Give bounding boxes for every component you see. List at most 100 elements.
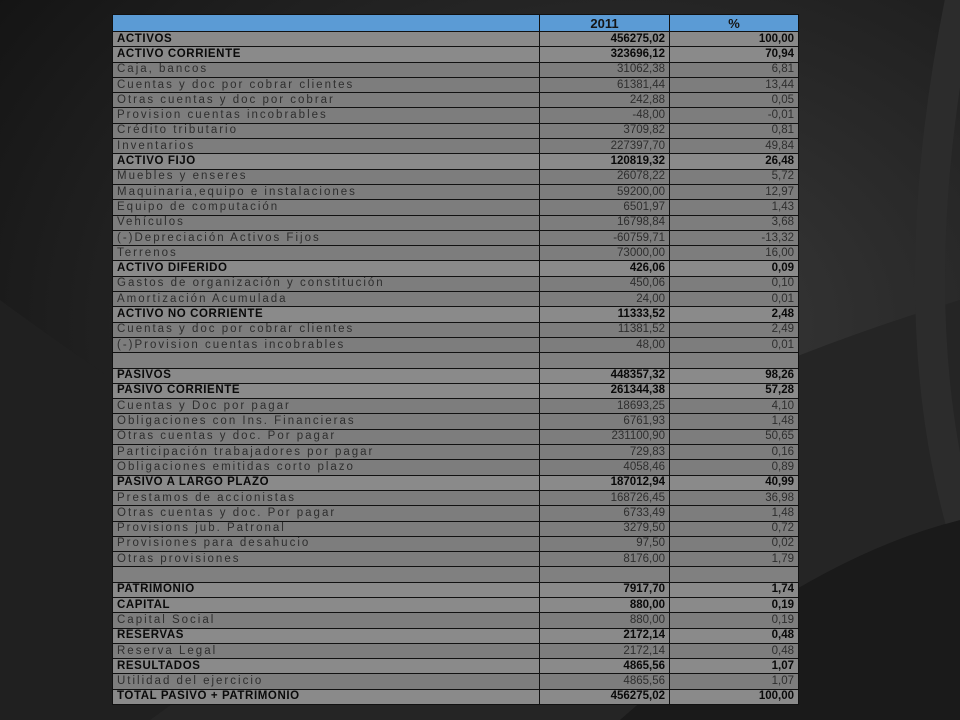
row-value: 7917,70 (539, 581, 670, 598)
row-label: RESULTADOS (112, 658, 540, 675)
table-row: Participación trabajadores por pagar 729,… (112, 444, 799, 461)
table-row: Provision cuentas incobrables -48,00 -0,01 (112, 107, 799, 124)
row-percent: 5,72 (669, 168, 799, 185)
row-percent: 98,26 (669, 367, 799, 384)
row-percent: -13,32 (669, 229, 799, 247)
table-row: Provisiones para desahucio 97,50 0,02 (112, 535, 799, 553)
row-percent: 13,44 (669, 76, 799, 94)
row-percent (669, 352, 799, 369)
row-value: 4865,56 (539, 658, 670, 675)
table-row (112, 566, 799, 583)
row-value: 323696,12 (539, 46, 670, 63)
row-percent: 2,49 (669, 321, 799, 338)
row-label: Provisiones para desahucio (112, 535, 540, 553)
row-value: 456275,02 (539, 30, 670, 48)
row-value: 26078,22 (539, 168, 670, 185)
table-row: Obligaciones con Ins. Financieras 6761,93… (112, 413, 799, 430)
row-percent: 0,16 (669, 444, 799, 461)
row-label: Reserva Legal (112, 642, 540, 660)
row-percent: 40,99 (669, 474, 799, 491)
table-row: Maquinaria,equipo e instalaciones 59200,0… (112, 183, 799, 201)
row-percent: 0,19 (669, 612, 799, 629)
row-percent: 0,05 (669, 92, 799, 109)
table-row: Otras provisiones 8176,00 1,79 (112, 551, 799, 568)
row-label: Obligaciones emitidas corto plazo (112, 459, 540, 476)
row-value: 231100,90 (539, 428, 670, 446)
row-percent: 50,65 (669, 428, 799, 446)
row-label: ACTIVO CORRIENTE (112, 46, 540, 63)
row-label: ACTIVO FIJO (112, 153, 540, 170)
row-value: 73000,00 (539, 245, 670, 262)
row-percent: 0,48 (669, 642, 799, 660)
row-percent: 0,19 (669, 596, 799, 614)
row-value: 729,83 (539, 444, 670, 461)
row-label: Maquinaria,equipo e instalaciones (112, 183, 540, 201)
table-row: Otras cuentas y doc. Por pagar 6733,49 1,4… (112, 505, 799, 522)
row-value: 59200,00 (539, 183, 670, 201)
row-label: Otras cuentas y doc por cobrar (112, 92, 540, 109)
row-value: 426,06 (539, 260, 670, 277)
row-label: Otras cuentas y doc. Por pagar (112, 428, 540, 446)
row-percent: 70,94 (669, 46, 799, 63)
row-label: PASIVO CORRIENTE (112, 382, 540, 400)
row-label: Terrenos (112, 245, 540, 262)
row-percent: 100,00 (669, 688, 799, 706)
table-row: Cuentas y doc por cobrar clientes 11381,5… (112, 321, 799, 338)
table-row: Provisions jub. Patronal 3279,50 0,72 (112, 520, 799, 537)
row-value: 18693,25 (539, 398, 670, 415)
row-label: Gastos de organización y constitución (112, 275, 540, 293)
row-label: Amortización Acumulada (112, 291, 540, 308)
row-value: 2172,14 (539, 627, 670, 644)
row-value: 6733,49 (539, 505, 670, 522)
row-percent: 0,01 (669, 336, 799, 354)
row-label: RESERVAS (112, 627, 540, 644)
row-label: PASIVOS (112, 367, 540, 384)
row-percent: 0,81 (669, 122, 799, 140)
row-value: 97,50 (539, 535, 670, 553)
table-row: Prestamos de accionistas 168726,45 36,98 (112, 489, 799, 507)
row-label: Vehículos (112, 214, 540, 231)
row-value: 3279,50 (539, 520, 670, 537)
table-row: Capital Social 880,00 0,19 (112, 612, 799, 629)
table-row (112, 352, 799, 369)
row-value: -60759,71 (539, 229, 670, 247)
row-value: 120819,32 (539, 153, 670, 170)
row-percent: 0,72 (669, 520, 799, 537)
header-percent: % (669, 14, 799, 32)
row-label: Cuentas y doc por cobrar clientes (112, 76, 540, 94)
table-row: PASIVO A LARGO PLAZO 187012,94 40,99 (112, 474, 799, 491)
table-row: ACTIVO DIFERIDO 426,06 0,09 (112, 260, 799, 277)
balance-sheet-table: 2011 % ACTIVOS 456275,02 100,00 ACTIVO CORR… (112, 14, 799, 706)
row-label: Otras cuentas y doc. Por pagar (112, 505, 540, 522)
table-row: Utilidad del ejercicio 4865,56 1,07 (112, 673, 799, 690)
table-row: (-)Depreciación Activos Fijos -60759,71 -1… (112, 229, 799, 247)
table-row: Crédito tributario 3709,82 0,81 (112, 122, 799, 140)
row-label: Utilidad del ejercicio (112, 673, 540, 690)
row-label: ACTIVOS (112, 30, 540, 48)
row-value: 880,00 (539, 612, 670, 629)
row-percent: 36,98 (669, 489, 799, 507)
row-value: 6761,93 (539, 413, 670, 430)
row-label: ACTIVO DIFERIDO (112, 260, 540, 277)
table-row: ACTIVO CORRIENTE 323696,12 70,94 (112, 46, 799, 63)
row-percent: 0,10 (669, 275, 799, 293)
row-label: Provisions jub. Patronal (112, 520, 540, 537)
table-row: ACTIVO FIJO 120819,32 26,48 (112, 153, 799, 170)
row-value: 16798,84 (539, 214, 670, 231)
table-row: RESERVAS 2172,14 0,48 (112, 627, 799, 644)
row-label: Crédito tributario (112, 122, 540, 140)
table-row: Obligaciones emitidas corto plazo 4058,46… (112, 459, 799, 476)
row-value: 456275,02 (539, 688, 670, 706)
row-percent: 1,07 (669, 658, 799, 675)
row-value (539, 566, 670, 583)
row-percent: 100,00 (669, 30, 799, 48)
header-row: 2011 % (112, 14, 799, 32)
row-percent (669, 566, 799, 583)
table-row: Caja, bancos 31062,38 6,81 (112, 61, 799, 78)
row-value: 11381,52 (539, 321, 670, 338)
table-row: PATRIMONIO 7917,70 1,74 (112, 581, 799, 598)
row-label: Participación trabajadores por pagar (112, 444, 540, 461)
table-row: Gastos de organización y constitución 450… (112, 275, 799, 293)
row-label: CAPITAL (112, 596, 540, 614)
row-label: ACTIVO NO CORRIENTE (112, 306, 540, 323)
